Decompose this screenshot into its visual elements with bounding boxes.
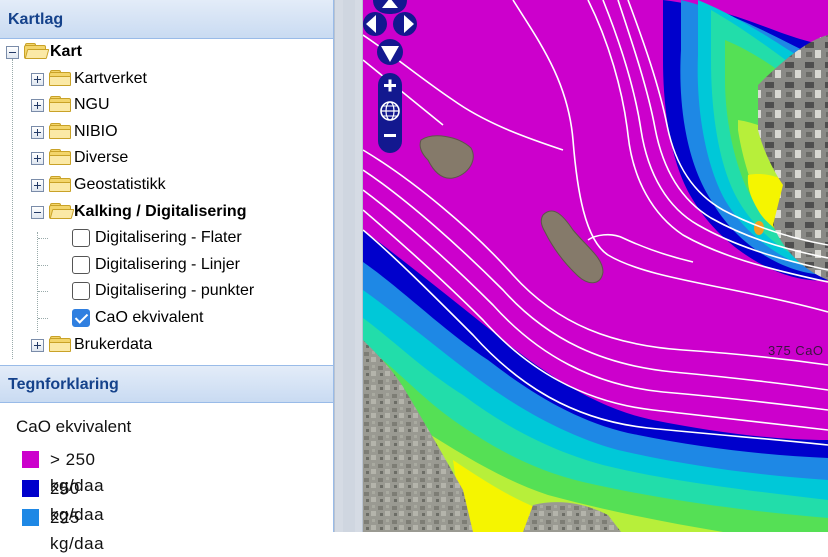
collapse-toggle-icon[interactable] (6, 46, 19, 59)
tree-folder-nibio[interactable]: NIBIO (0, 119, 333, 145)
folder-icon (49, 122, 71, 139)
layer-visibility-checkbox[interactable] (72, 282, 90, 301)
pan-right-button[interactable] (393, 12, 417, 36)
tree-node-label: CaO ekvivalent (95, 309, 204, 326)
folder-open-icon (49, 202, 75, 219)
folder-icon (49, 149, 71, 166)
tree-folder-geostatistikk[interactable]: Geostatistikk (0, 172, 333, 198)
expand-toggle-icon[interactable] (31, 179, 44, 192)
tree-node-label: Geostatistikk (74, 176, 166, 193)
left-panel: Kartlag Kart Kartverket NGU NIBIO Diverse Geo… (0, 0, 334, 553)
tree-layer-cao-ekvivalent[interactable]: CaO ekvivalent (0, 305, 333, 331)
panel-splitter[interactable] (334, 0, 363, 532)
contour-label: 375 CaO (768, 343, 824, 358)
tree-folder-brukerdata[interactable]: Brukerdata (0, 332, 333, 358)
zoom-out-button[interactable] (384, 134, 396, 137)
layer-visibility-checkbox[interactable] (72, 229, 90, 248)
legend-color-swatch (22, 509, 39, 526)
tree-connector-line (38, 291, 48, 293)
expand-toggle-icon[interactable] (31, 72, 44, 86)
layer-visibility-checkbox[interactable] (72, 309, 90, 327)
pan-left-button[interactable] (363, 12, 387, 36)
legend-color-swatch (22, 480, 39, 497)
tree-node-label: Kart (50, 43, 83, 60)
tree-node-label: Kalking / Digitalisering (74, 202, 247, 220)
expand-toggle-icon[interactable] (31, 152, 44, 166)
tree-folder-kart[interactable]: Kart (0, 39, 333, 65)
legend: CaO ekvivalent > 250 kg/daa 250 kg/daa 225… (0, 403, 333, 553)
tree-folder-diverse[interactable]: Diverse (0, 145, 333, 171)
expand-toggle-icon[interactable] (31, 99, 44, 113)
map-view[interactable]: 375 CaO (363, 0, 828, 532)
pan-down-button[interactable] (377, 39, 403, 65)
tree-connector-line (38, 318, 48, 319)
folder-icon (49, 69, 71, 86)
map-navigation-controls (363, 0, 417, 153)
expand-toggle-icon[interactable] (31, 338, 44, 352)
collapse-toggle-icon[interactable] (31, 205, 44, 219)
pan-up-button[interactable] (373, 0, 407, 14)
tree-node-label: NGU (74, 96, 110, 114)
tree-node-label: Diverse (74, 149, 129, 167)
legend-color-swatch (22, 451, 39, 468)
tree-connector-line (38, 264, 48, 266)
folder-icon (49, 335, 71, 352)
tree-folder-kalking-digitalisering[interactable]: Kalking / Digitalisering (0, 199, 333, 225)
tree-connector-line (38, 238, 48, 240)
layer-tree: Kart Kartverket NGU NIBIO Diverse Geostatisti… (0, 39, 333, 365)
tree-node-label: Digitalisering - Linjer (95, 255, 240, 273)
tree-layer-digitalisering-flater[interactable]: Digitalisering - Flater (0, 225, 333, 251)
tree-node-label: Digitalisering - Flater (95, 229, 242, 247)
tree-node-label: Brukerdata (74, 335, 153, 353)
legend-panel-header[interactable]: Tegnforklaring (0, 365, 333, 403)
folder-open-icon (24, 43, 50, 59)
tree-node-label: Kartverket (74, 69, 147, 87)
legend-item-label: 225 kg/daa (50, 508, 105, 553)
tree-layer-digitalisering-linjer[interactable]: Digitalisering - Linjer (0, 252, 333, 278)
folder-icon (49, 176, 71, 192)
layers-panel-header[interactable]: Kartlag (0, 0, 333, 39)
expand-toggle-icon[interactable] (31, 125, 44, 139)
tree-node-label: NIBIO (74, 122, 118, 140)
tree-layer-digitalisering-punkter[interactable]: Digitalisering - punkter (0, 278, 333, 304)
layer-visibility-checkbox[interactable] (72, 255, 90, 274)
tree-folder-ngu[interactable]: NGU (0, 92, 333, 118)
tree-node-label: Digitalisering - punkter (95, 282, 255, 300)
tree-folder-kartverket[interactable]: Kartverket (0, 66, 333, 92)
cao-map-layer (363, 0, 828, 532)
folder-icon (49, 96, 71, 113)
legend-layer-title: CaO ekvivalent (16, 417, 132, 436)
